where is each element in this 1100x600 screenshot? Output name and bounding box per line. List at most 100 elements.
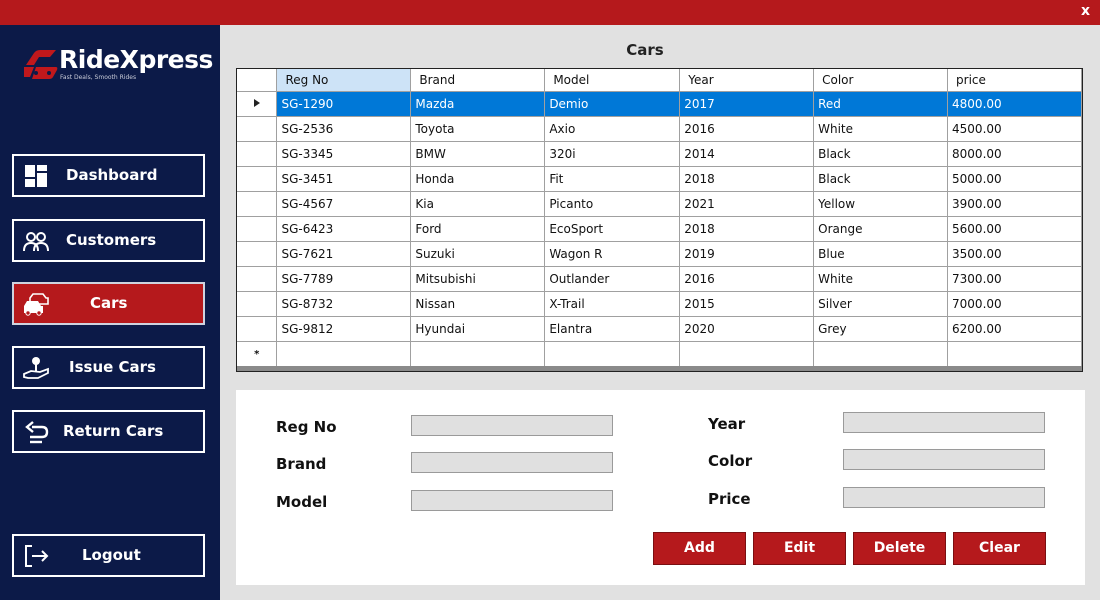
new-row-cell[interactable] bbox=[947, 341, 1082, 367]
cell-color[interactable]: Blue bbox=[813, 241, 949, 267]
cell-reg-no[interactable]: SG-1290 bbox=[276, 91, 412, 117]
table-row[interactable]: SG-7789 Mitsubishi Outlander 2016 White 7300.… bbox=[237, 266, 1082, 292]
cell-reg-no[interactable]: SG-9812 bbox=[276, 316, 412, 342]
sidebar-item-issue-cars[interactable]: Issue Cars bbox=[12, 346, 205, 389]
cell-model[interactable]: Outlander bbox=[544, 266, 681, 292]
column-header-year[interactable]: Year bbox=[679, 69, 815, 92]
cell-color[interactable]: Grey bbox=[813, 316, 949, 342]
table-row[interactable]: SG-2536 Toyota Axio 2016 White 4500.00 bbox=[237, 116, 1082, 142]
row-header[interactable] bbox=[237, 241, 278, 267]
cell-reg-no[interactable]: SG-4567 bbox=[276, 191, 412, 217]
cell-price[interactable]: 7300.00 bbox=[947, 266, 1082, 292]
column-header-reg-no[interactable]: Reg No bbox=[276, 69, 412, 92]
cell-brand[interactable]: Honda bbox=[410, 166, 546, 192]
sidebar-item-customers[interactable]: Customers bbox=[12, 219, 205, 262]
row-header[interactable] bbox=[237, 316, 278, 342]
cell-model[interactable]: X-Trail bbox=[544, 291, 681, 317]
table-row[interactable]: SG-4567 Kia Picanto 2021 Yellow 3900.00 bbox=[237, 191, 1082, 217]
cars-data-grid[interactable]: Reg No Brand Model Year Color price SG-1… bbox=[236, 68, 1083, 372]
edit-button[interactable]: Edit bbox=[753, 532, 846, 565]
sidebar-item-return-cars[interactable]: Return Cars bbox=[12, 410, 205, 453]
cell-year[interactable]: 2014 bbox=[679, 141, 815, 167]
column-header-color[interactable]: Color bbox=[813, 69, 949, 92]
cell-reg-no[interactable]: SG-6423 bbox=[276, 216, 412, 242]
row-header[interactable] bbox=[237, 141, 278, 167]
cell-year[interactable]: 2016 bbox=[679, 266, 815, 292]
cell-price[interactable]: 4800.00 bbox=[947, 91, 1082, 117]
cell-brand[interactable]: Nissan bbox=[410, 291, 546, 317]
new-row-cell[interactable] bbox=[813, 341, 949, 367]
cell-model[interactable]: Elantra bbox=[544, 316, 681, 342]
model-field[interactable] bbox=[411, 490, 613, 511]
cell-reg-no[interactable]: SG-7621 bbox=[276, 241, 412, 267]
cell-model[interactable]: 320i bbox=[544, 141, 681, 167]
table-row[interactable]: SG-1290 Mazda Demio 2017 Red 4800.00 bbox=[237, 91, 1082, 117]
cell-color[interactable]: Red bbox=[813, 91, 949, 117]
cell-year[interactable]: 2019 bbox=[679, 241, 815, 267]
color-field[interactable] bbox=[843, 449, 1045, 470]
cell-price[interactable]: 3900.00 bbox=[947, 191, 1082, 217]
new-row-cell[interactable] bbox=[276, 341, 412, 367]
cell-brand[interactable]: Hyundai bbox=[410, 316, 546, 342]
row-header[interactable] bbox=[237, 291, 278, 317]
cell-reg-no[interactable]: SG-7789 bbox=[276, 266, 412, 292]
cell-brand[interactable]: Mitsubishi bbox=[410, 266, 546, 292]
table-row[interactable]: SG-6423 Ford EcoSport 2018 Orange 5600.00 bbox=[237, 216, 1082, 242]
table-row[interactable]: SG-3345 BMW 320i 2014 Black 8000.00 bbox=[237, 141, 1082, 167]
cell-price[interactable]: 4500.00 bbox=[947, 116, 1082, 142]
cell-brand[interactable]: Mazda bbox=[410, 91, 546, 117]
table-row[interactable]: SG-3451 Honda Fit 2018 Black 5000.00 bbox=[237, 166, 1082, 192]
table-row[interactable]: SG-7621 Suzuki Wagon R 2019 Blue 3500.00 bbox=[237, 241, 1082, 267]
price-field[interactable] bbox=[843, 487, 1045, 508]
cell-brand[interactable]: Suzuki bbox=[410, 241, 546, 267]
row-header[interactable] bbox=[237, 166, 278, 192]
cell-model[interactable]: EcoSport bbox=[544, 216, 681, 242]
cell-color[interactable]: White bbox=[813, 266, 949, 292]
new-row-cell[interactable] bbox=[544, 341, 681, 367]
cell-color[interactable]: Black bbox=[813, 166, 949, 192]
cell-year[interactable]: 2018 bbox=[679, 166, 815, 192]
clear-button[interactable]: Clear bbox=[953, 532, 1046, 565]
cell-brand[interactable]: BMW bbox=[410, 141, 546, 167]
row-header[interactable] bbox=[237, 216, 278, 242]
cell-color[interactable]: Silver bbox=[813, 291, 949, 317]
column-header-model[interactable]: Model bbox=[544, 69, 681, 92]
cell-model[interactable]: Demio bbox=[544, 91, 681, 117]
new-row-cell[interactable] bbox=[410, 341, 546, 367]
cell-year[interactable]: 2015 bbox=[679, 291, 815, 317]
close-button[interactable]: x bbox=[1081, 3, 1090, 19]
row-header[interactable] bbox=[237, 91, 278, 117]
cell-reg-no[interactable]: SG-3345 bbox=[276, 141, 412, 167]
cell-brand[interactable]: Ford bbox=[410, 216, 546, 242]
cell-price[interactable]: 8000.00 bbox=[947, 141, 1082, 167]
cell-reg-no[interactable]: SG-3451 bbox=[276, 166, 412, 192]
column-header-brand[interactable]: Brand bbox=[410, 69, 546, 92]
reg-no-field[interactable] bbox=[411, 415, 613, 436]
cell-year[interactable]: 2020 bbox=[679, 316, 815, 342]
cell-model[interactable]: Picanto bbox=[544, 191, 681, 217]
cell-price[interactable]: 3500.00 bbox=[947, 241, 1082, 267]
cell-price[interactable]: 7000.00 bbox=[947, 291, 1082, 317]
row-header[interactable] bbox=[237, 191, 278, 217]
cell-reg-no[interactable]: SG-8732 bbox=[276, 291, 412, 317]
new-row-cell[interactable] bbox=[679, 341, 815, 367]
cell-color[interactable]: Yellow bbox=[813, 191, 949, 217]
sidebar-item-dashboard[interactable]: Dashboard bbox=[12, 154, 205, 197]
add-button[interactable]: Add bbox=[653, 532, 746, 565]
year-field[interactable] bbox=[843, 412, 1045, 433]
cell-model[interactable]: Wagon R bbox=[544, 241, 681, 267]
logout-button[interactable]: Logout bbox=[12, 534, 205, 577]
row-header[interactable] bbox=[237, 116, 278, 142]
cell-price[interactable]: 6200.00 bbox=[947, 316, 1082, 342]
cell-year[interactable]: 2017 bbox=[679, 91, 815, 117]
table-row[interactable]: SG-9812 Hyundai Elantra 2020 Grey 6200.00 bbox=[237, 316, 1082, 342]
cell-brand[interactable]: Kia bbox=[410, 191, 546, 217]
cell-price[interactable]: 5600.00 bbox=[947, 216, 1082, 242]
cell-year[interactable]: 2016 bbox=[679, 116, 815, 142]
cell-reg-no[interactable]: SG-2536 bbox=[276, 116, 412, 142]
new-row[interactable]: * bbox=[237, 341, 1082, 367]
delete-button[interactable]: Delete bbox=[853, 532, 946, 565]
cell-price[interactable]: 5000.00 bbox=[947, 166, 1082, 192]
cell-year[interactable]: 2021 bbox=[679, 191, 815, 217]
brand-field[interactable] bbox=[411, 452, 613, 473]
